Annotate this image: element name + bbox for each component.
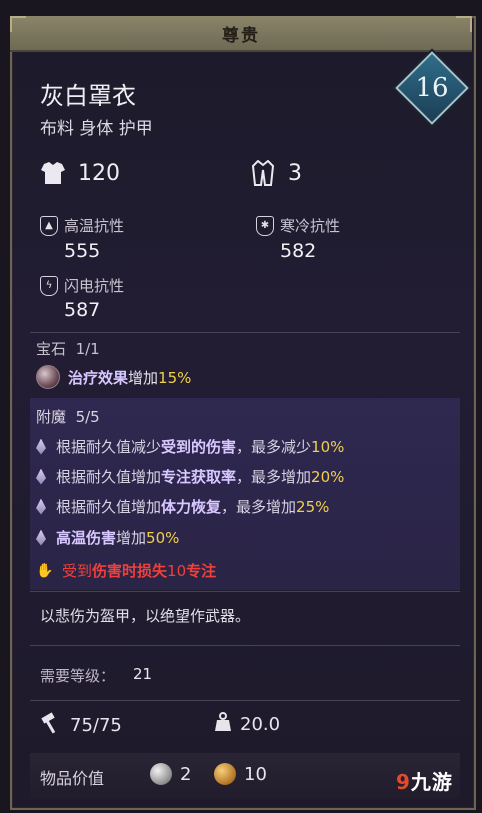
cold-resist-icon: ✱	[256, 215, 274, 236]
item-value-label: 物品价值	[40, 769, 105, 788]
fire-resist-icon: ▲	[40, 215, 58, 236]
weight-stat: 20.0	[214, 712, 280, 737]
item-name: 灰白罩衣	[40, 82, 136, 110]
rarity-banner: 尊贵	[10, 16, 472, 52]
durability-stat: 75/75	[40, 712, 122, 739]
corner-ornament	[10, 16, 26, 32]
fire-resist-label: ▲ 高温抗性	[40, 215, 124, 236]
weight-value: 20.0	[240, 714, 281, 735]
gold-coin-icon	[214, 763, 236, 785]
gem-header: 宝石 1/1	[36, 340, 100, 358]
armor-value: 120	[78, 160, 120, 186]
divider	[30, 332, 460, 333]
hammer-icon	[40, 712, 62, 739]
enchant-gem-icon	[36, 438, 46, 455]
enchant-gem-icon	[36, 468, 46, 485]
weight-class-value: 3	[288, 160, 302, 186]
gem-icon	[36, 365, 60, 389]
armor-stat: 120	[40, 160, 120, 186]
durability-value: 75/75	[70, 715, 122, 736]
coat-icon	[250, 160, 276, 186]
item-type: 布料 身体 护甲	[40, 119, 153, 139]
gold-value: 10	[214, 763, 267, 785]
enchant-line: 根据耐久值减少受到的伤害，最多减少10%	[36, 436, 344, 457]
watermark-logo: 9九游	[396, 770, 453, 794]
curse-line: ✋ 受到伤害时损失10专注	[36, 562, 217, 580]
level-requirement: 需要等级： 21	[40, 665, 153, 685]
chest-armor-icon	[40, 160, 66, 186]
item-level: 16	[415, 73, 449, 103]
divider	[30, 645, 460, 646]
bloody-hand-icon: ✋	[36, 562, 54, 579]
enchant-line: 根据耐久值增加专注获取率，最多增加20%	[36, 466, 344, 487]
silver-coin-icon	[150, 763, 172, 785]
cold-resist-value: 582	[280, 240, 317, 262]
enchant-gem-icon	[36, 529, 46, 546]
enchant-line: 高温伤害增加50%	[36, 527, 179, 548]
divider	[30, 700, 460, 701]
rarity-label: 尊贵	[222, 25, 260, 46]
divider	[30, 591, 460, 592]
corner-ornament	[456, 16, 472, 32]
weight-icon	[214, 712, 232, 737]
fire-resist-value: 555	[64, 240, 101, 262]
weight-class-stat: 3	[250, 160, 302, 186]
cold-resist-label: ✱ 寒冷抗性	[256, 215, 340, 236]
lightning-resist-icon: ϟ	[40, 275, 58, 296]
enchant-line: 根据耐久值增加体力恢复，最多增加25%	[36, 496, 329, 517]
enchant-header: 附魔 5/5	[36, 408, 100, 426]
gem-slot[interactable]: 治疗效果增加15%	[36, 365, 191, 389]
lightning-resist-value: 587	[64, 299, 101, 321]
flavor-text: 以悲伤为盔甲，以绝望作武器。	[40, 607, 251, 625]
lightning-resist-label: ϟ 闪电抗性	[40, 275, 124, 296]
enchant-gem-icon	[36, 498, 46, 515]
silver-value: 2	[150, 763, 191, 785]
